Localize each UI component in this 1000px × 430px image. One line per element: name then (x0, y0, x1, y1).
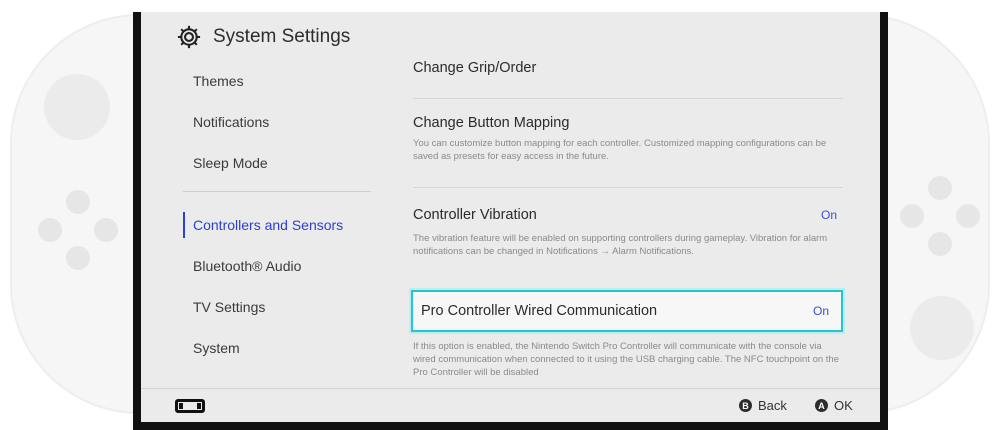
sidebar-item-sleep-mode[interactable]: Sleep Mode (183, 142, 371, 183)
controller-icon (175, 399, 205, 413)
sidebar-divider (183, 191, 371, 192)
back-label: Back (758, 398, 787, 413)
a-button-icon: A (815, 399, 828, 412)
controller-vibration-value: On (820, 208, 837, 222)
settings-content: Change Grip/Order Change Button Mapping … (411, 60, 843, 379)
sidebar-item-themes[interactable]: Themes (183, 60, 371, 101)
sidebar-item-bluetooth-audio[interactable]: Bluetooth® Audio (183, 245, 371, 286)
change-grip-order-option[interactable]: Change Grip/Order (413, 60, 843, 99)
vibration-description: The vibration feature will be enabled on… (413, 233, 828, 257)
sidebar-item-notifications[interactable]: Notifications (183, 101, 371, 142)
ok-button[interactable]: A OK (815, 398, 853, 413)
face-x (928, 176, 952, 200)
left-stick (44, 74, 110, 140)
controller-vibration-option[interactable]: Controller Vibration On (413, 187, 843, 234)
footer-bar: B Back A OK (141, 388, 880, 422)
console-screen: System Settings Themes Notifications Sle… (133, 12, 888, 430)
settings-header: System Settings (141, 12, 880, 62)
change-grip-order-label: Change Grip/Order (413, 60, 537, 76)
face-y (900, 204, 924, 228)
sidebar-item-tv-settings[interactable]: TV Settings (183, 286, 371, 327)
settings-sidebar: Themes Notifications Sleep Mode Controll… (183, 60, 371, 368)
right-stick (910, 296, 974, 360)
sidebar-item-system[interactable]: System (183, 327, 371, 368)
pro-controller-wired-label: Pro Controller Wired Communication (421, 303, 658, 319)
dpad-left (38, 218, 62, 242)
dpad-right (94, 218, 118, 242)
pro-controller-wired-value: On (812, 304, 829, 318)
page-title: System Settings (213, 26, 351, 47)
back-button[interactable]: B Back (739, 398, 787, 413)
dpad-down (66, 246, 90, 270)
b-button-icon: B (739, 399, 752, 412)
settings-screen: System Settings Themes Notifications Sle… (141, 12, 880, 422)
change-button-mapping-option[interactable]: Change Button Mapping (413, 105, 843, 141)
pro-wired-description: If this option is enabled, the Nintendo … (413, 341, 839, 378)
button-mapping-description: You can customize button mapping for eac… (413, 138, 827, 162)
pro-controller-wired-communication-option[interactable]: Pro Controller Wired Communication On (411, 290, 843, 332)
dpad-up (66, 190, 90, 214)
change-button-mapping-label: Change Button Mapping (413, 115, 570, 131)
face-b (928, 232, 952, 256)
face-a (956, 204, 980, 228)
gear-icon (177, 25, 201, 49)
controller-vibration-label: Controller Vibration (413, 207, 537, 223)
ok-label: OK (834, 398, 853, 413)
sidebar-item-controllers-and-sensors[interactable]: Controllers and Sensors (183, 204, 371, 245)
